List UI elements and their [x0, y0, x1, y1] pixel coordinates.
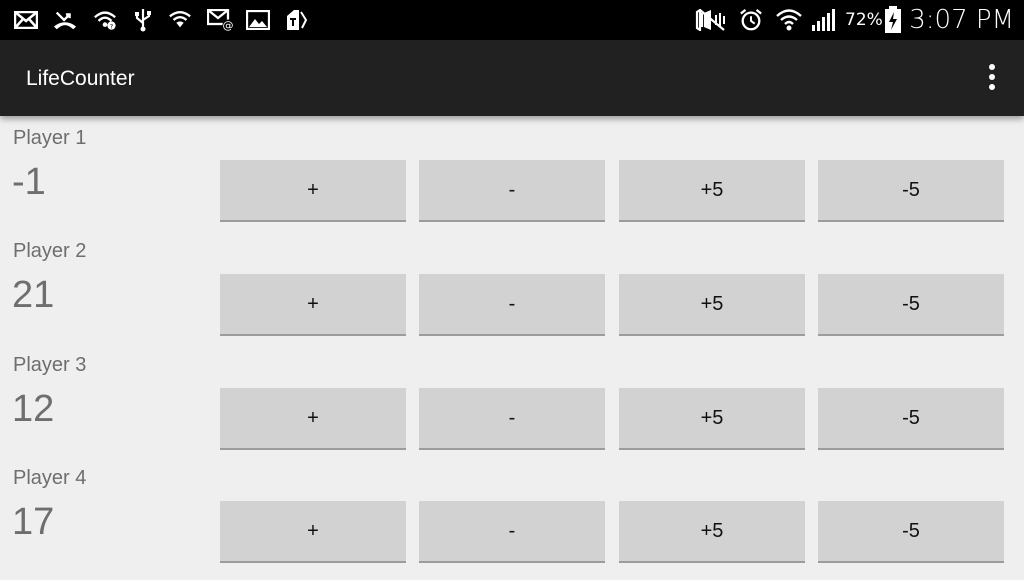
player-3-minus-five-button[interactable]: -5	[818, 388, 1004, 450]
player-life: -1	[12, 161, 46, 203]
player-1-plus-one-button[interactable]: +	[220, 160, 406, 222]
player-2-plus-one-button[interactable]: +	[220, 274, 406, 336]
battery-percent: 72%	[845, 10, 883, 30]
usb-icon	[131, 8, 155, 32]
status-bar: ? @ 72% 3:07 PM	[0, 0, 1024, 40]
action-bar: LifeCounter	[0, 40, 1024, 116]
player-4-minus-five-button[interactable]: -5	[818, 501, 1004, 563]
alarm-icon	[739, 8, 763, 32]
player-1-plus-five-button[interactable]: +5	[619, 160, 805, 222]
missed-call-icon	[53, 8, 77, 32]
player-1-minus-five-button[interactable]: -5	[818, 160, 1004, 222]
player-2-minus-five-button[interactable]: -5	[818, 274, 1004, 336]
status-clock: 3:07 PM	[909, 5, 1014, 35]
player-row-4: Player 4 17 + - +5 -5	[0, 467, 1024, 580]
player-2-plus-five-button[interactable]: +5	[619, 274, 805, 336]
player-4-plus-one-button[interactable]: +	[220, 501, 406, 563]
player-life: 21	[12, 274, 55, 316]
player-name: Player 4	[13, 467, 87, 489]
more-vert-icon[interactable]	[986, 64, 998, 94]
player-4-plus-five-button[interactable]: +5	[619, 501, 805, 563]
player-3-plus-one-button[interactable]: +	[220, 388, 406, 450]
player-life: 17	[12, 501, 55, 543]
signal-icon	[810, 8, 840, 32]
player-name: Player 2	[13, 240, 87, 262]
mute-icon	[694, 8, 730, 32]
wifi-icon	[776, 8, 802, 32]
battery-charging-icon	[883, 6, 903, 33]
svg-text:?: ?	[110, 22, 113, 30]
svg-text:@: @	[223, 19, 234, 31]
player-3-minus-one-button[interactable]: -	[419, 388, 605, 450]
player-life: 12	[12, 388, 55, 430]
player-name: Player 1	[13, 127, 87, 149]
email-icon	[14, 8, 38, 32]
player-2-minus-one-button[interactable]: -	[419, 274, 605, 336]
player-row-1: Player 1 -1 + - +5 -5	[0, 127, 1024, 240]
wifi-secure-icon	[168, 8, 192, 32]
player-row-2: Player 2 21 + - +5 -5	[0, 240, 1024, 353]
player-4-minus-one-button[interactable]: -	[419, 501, 605, 563]
gallery-icon	[246, 8, 270, 32]
player-name: Player 3	[13, 354, 87, 376]
player-3-plus-five-button[interactable]: +5	[619, 388, 805, 450]
carrier-tag-icon	[284, 8, 308, 32]
wifi-notification-icon: ?	[93, 8, 117, 32]
app-title: LifeCounter	[26, 67, 135, 90]
email-at-icon: @	[207, 8, 235, 32]
player-row-3: Player 3 12 + - +5 -5	[0, 354, 1024, 467]
player-1-minus-one-button[interactable]: -	[419, 160, 605, 222]
